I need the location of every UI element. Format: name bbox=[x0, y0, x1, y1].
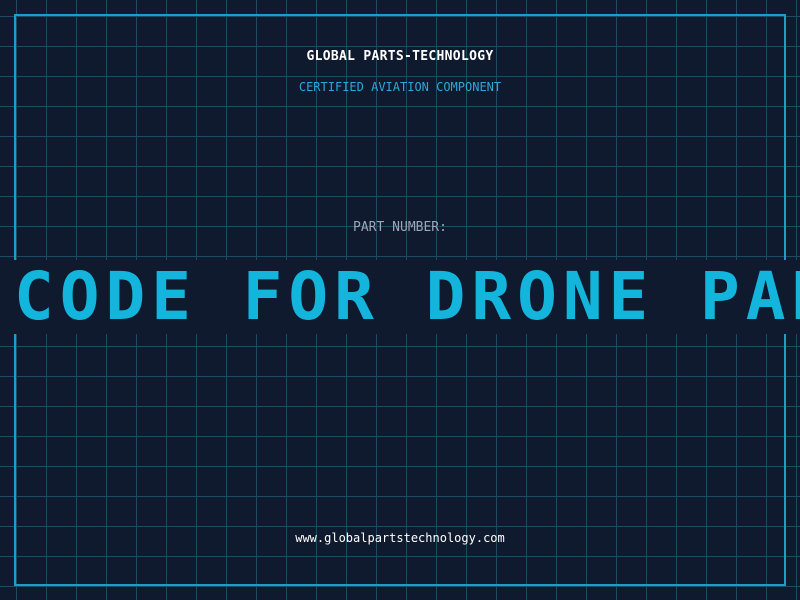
brand-title: GLOBAL PARTS-TECHNOLOGY bbox=[306, 49, 494, 64]
brand-subtitle: CERTIFIED AVIATION COMPONENT bbox=[298, 80, 502, 94]
part-code: CODE FOR DRONE PARTS bbox=[14, 260, 800, 334]
part-code-band: CODE FOR DRONE PARTS bbox=[0, 260, 800, 334]
website-url: www.globalpartstechnology.com bbox=[295, 531, 505, 545]
part-number-label: PART NUMBER: bbox=[353, 220, 447, 235]
